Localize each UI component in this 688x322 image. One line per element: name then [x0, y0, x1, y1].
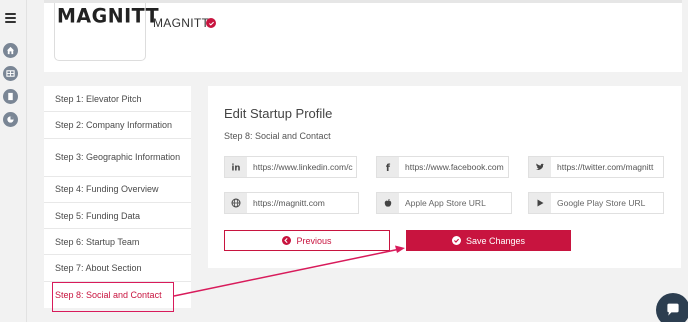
chat-support-icon[interactable] [656, 293, 688, 322]
menu-icon[interactable] [5, 13, 16, 25]
play-store-field [528, 192, 664, 214]
edit-profile-panel: Edit Startup Profile Step 8: Social and … [208, 86, 681, 268]
save-changes-button[interactable]: Save Changes [406, 230, 571, 251]
step-funding-overview[interactable]: Step 4: Funding Overview [44, 177, 191, 203]
document-icon[interactable] [3, 89, 18, 104]
app-store-input[interactable] [399, 198, 511, 208]
company-name: MAGNITT [153, 16, 210, 30]
save-changes-label: Save Changes [465, 235, 526, 246]
play-store-input[interactable] [551, 198, 663, 208]
company-header: MAGNITT MAGNITT [44, 0, 682, 72]
annotation-highlight-box [52, 282, 174, 312]
step-startup-team[interactable]: Step 6: Startup Team [44, 229, 191, 256]
arrow-left-icon [282, 236, 292, 245]
step-company-information[interactable]: Step 2: Company Information [44, 112, 191, 139]
step-geographic-information[interactable]: Step 3: Geographic Information [44, 139, 191, 177]
logo-text: MAGNITT [57, 4, 160, 28]
svg-text:in: in [232, 164, 241, 173]
linkedin-input[interactable] [247, 162, 356, 172]
step-about-section[interactable]: Step 7: About Section [44, 255, 191, 282]
twitter-field [528, 156, 664, 178]
twitter-icon [529, 157, 551, 177]
panel-subtitle: Step 8: Social and Contact [224, 131, 331, 141]
facebook-input[interactable] [399, 162, 508, 172]
website-field [224, 192, 359, 214]
website-input[interactable] [247, 198, 358, 208]
check-circle-icon [451, 236, 461, 245]
linkedin-field: in [224, 156, 357, 178]
left-rail [0, 0, 27, 322]
steps-list: Step 1: Elevator Pitch Step 2: Company I… [44, 86, 191, 309]
previous-button[interactable]: Previous [224, 230, 390, 251]
apple-icon [377, 193, 399, 213]
twitter-input[interactable] [551, 162, 663, 172]
pie-chart-icon[interactable] [3, 112, 18, 127]
company-logo: MAGNITT [54, 3, 159, 61]
facebook-icon: f [377, 157, 399, 177]
verified-check-icon [206, 18, 216, 28]
app-store-field [376, 192, 512, 214]
facebook-field: f [376, 156, 509, 178]
step-funding-data[interactable]: Step 5: Funding Data [44, 203, 191, 230]
linkedin-icon: in [225, 157, 247, 177]
grid-icon[interactable] [3, 66, 18, 81]
home-icon[interactable] [3, 43, 18, 58]
svg-text:f: f [386, 163, 391, 172]
globe-icon [225, 193, 247, 213]
step-elevator-pitch[interactable]: Step 1: Elevator Pitch [44, 86, 191, 113]
play-icon [529, 193, 551, 213]
panel-title: Edit Startup Profile [224, 106, 333, 121]
previous-label: Previous [296, 235, 332, 246]
